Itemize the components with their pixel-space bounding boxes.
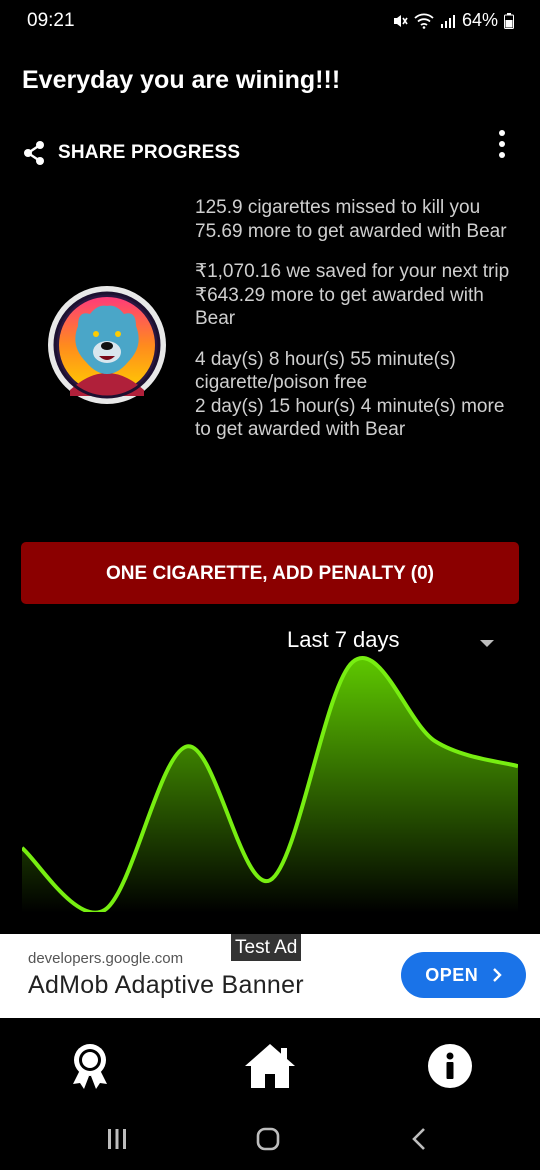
battery-percent: 64% [461,10,498,30]
ad-open-button[interactable]: OPEN [401,952,526,998]
nav-awards[interactable] [60,1036,120,1096]
status-bar: 09:21 64% [0,0,540,44]
back-button[interactable] [399,1122,439,1156]
bear-award-badge [48,286,166,404]
nav-info[interactable] [420,1036,480,1096]
chart-area [22,658,518,912]
award-icon [73,1044,107,1089]
status-time: 09:21 [27,10,75,31]
time-stat: 4 day(s) 8 hour(s) 55 minute(s) cigarett… [195,348,525,442]
range-dropdown[interactable]: Last 7 days [287,627,502,661]
progress-chart [22,656,518,912]
status-icons: 64% [392,10,514,31]
ad-banner[interactable]: Test Ad developers.google.com AdMob Adap… [0,934,540,1018]
range-selected: Last 7 days [287,627,400,652]
page-title: Everyday you are wining!!! [22,66,341,94]
ad-open-label: OPEN [425,965,479,985]
ad-title: AdMob Adaptive Banner [28,971,304,999]
money-stat: ₹1,070.16 we saved for your next trip ₹6… [195,260,525,331]
home-icon [245,1044,295,1088]
back-icon [412,1128,425,1150]
share-progress-label: SHARE PROGRESS [58,142,241,163]
add-penalty-button[interactable]: ONE CIGARETTE, ADD PENALTY (0) [21,542,519,604]
chevron-right-icon [492,952,502,998]
more-options-icon[interactable] [492,130,512,162]
bottom-navigation [0,1018,540,1108]
share-progress-button[interactable]: SHARE PROGRESS [22,140,240,166]
home-circle-icon [256,1127,280,1151]
time-free: 4 day(s) 8 hour(s) 55 minute(s) cigarett… [195,348,456,394]
cigarettes-to-award: 75.69 more to get awarded with Bear [195,220,507,242]
system-navigation [0,1108,540,1170]
system-home-button[interactable] [248,1122,288,1156]
share-icon [24,141,44,165]
ad-url: developers.google.com [28,950,184,967]
info-icon [428,1044,472,1088]
money-saved: ₹1,070.16 we saved for your next trip [195,261,510,282]
battery-icon [504,12,514,29]
ad-tag: Test Ad [231,934,302,961]
nav-home[interactable] [240,1036,300,1096]
money-to-award: ₹643.29 more to get awarded with Bear [195,284,484,330]
time-to-award: 2 day(s) 15 hour(s) 4 minute(s) more to … [195,395,505,441]
dropdown-caret-icon [480,640,494,647]
recents-icon [108,1129,126,1149]
cigarettes-stat: 125.9 cigarettes missed to kill you 75.6… [195,196,525,243]
progress-stats: 125.9 cigarettes missed to kill you 75.6… [195,196,525,459]
recents-button[interactable] [97,1122,137,1156]
bear-icon [50,288,164,402]
wifi-icon [414,13,434,29]
cigarettes-missed: 125.9 cigarettes missed to kill you [195,197,481,218]
signal-icon [440,14,455,28]
mute-icon [393,14,408,27]
